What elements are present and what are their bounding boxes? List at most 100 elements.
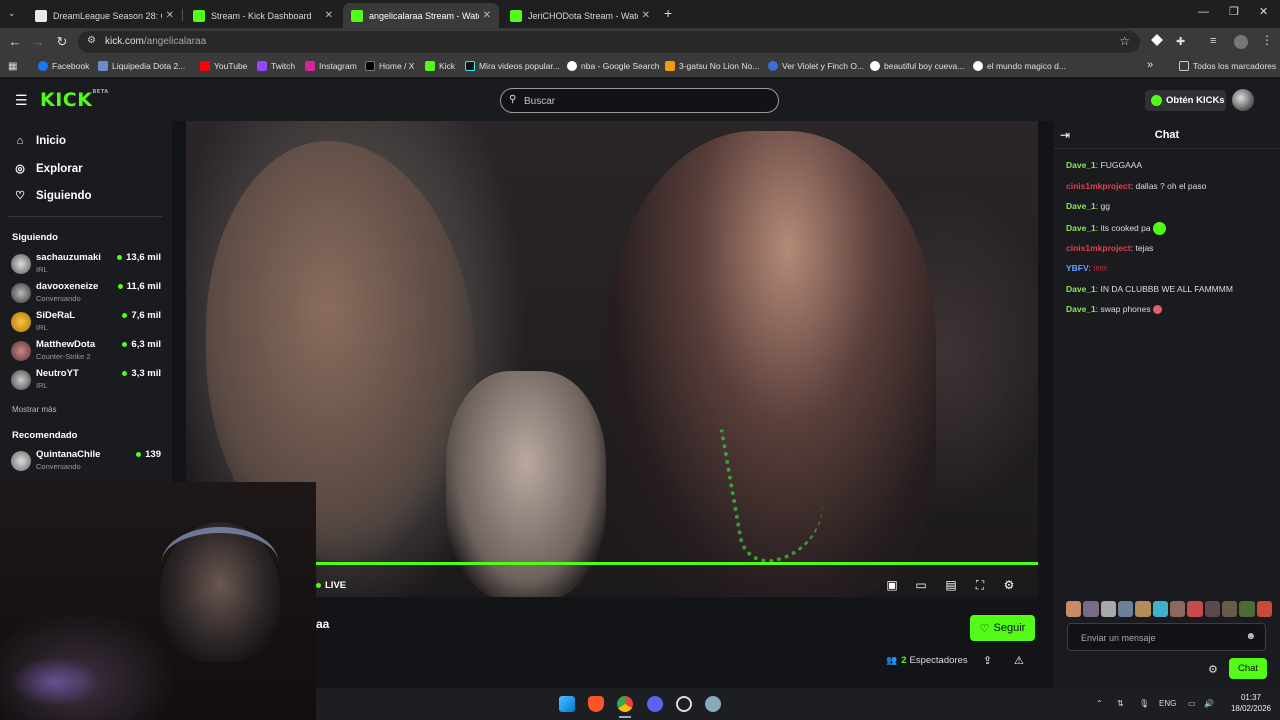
chat-send-button[interactable]: Chat — [1229, 658, 1267, 679]
chat-message-input[interactable]: Enviar un mensaje ☻ — [1067, 623, 1266, 651]
youtube-icon — [200, 61, 210, 71]
share-icon[interactable]: ⇪ — [983, 654, 992, 667]
all-bookmarks-folder[interactable]: Todos los marcadores — [1179, 61, 1276, 71]
bookmark-star-icon[interactable]: ☆ — [1119, 34, 1130, 48]
apps-grid-icon[interactable]: ▦ — [8, 61, 17, 72]
back-icon[interactable]: ← — [7, 34, 23, 50]
emote-icon[interactable] — [1221, 601, 1238, 617]
emoji-picker-icon[interactable]: ☻ — [1245, 631, 1256, 642]
following-channel[interactable]: davooxeneize Conversando 11,6 mil — [11, 280, 161, 306]
emote-icon[interactable] — [1083, 601, 1099, 617]
close-window-icon[interactable]: ✕ — [1259, 5, 1268, 18]
following-channel[interactable]: NeutroYT IRL 3,3 mil — [11, 367, 161, 393]
tab-close-icon[interactable]: ✕ — [166, 10, 174, 21]
browser-menu-icon[interactable]: ⋮ — [1261, 33, 1273, 47]
chrome-icon[interactable] — [617, 696, 633, 712]
bookmark-youtube[interactable]: YouTube — [200, 61, 247, 71]
follow-button[interactable]: ♡ Seguir — [970, 615, 1035, 641]
emote-icon[interactable] — [1256, 601, 1272, 617]
windows-start-icon[interactable] — [559, 696, 575, 712]
address-bar[interactable]: ⚙ kick.com/angelicalaraa ☆ — [78, 31, 1140, 53]
tray-display-icon[interactable]: ▭ — [1188, 699, 1196, 708]
recommended-channel[interactable]: QuintanaChile Conversando 139 — [11, 448, 161, 474]
settings-gear-icon[interactable]: ⚙ — [1001, 578, 1017, 592]
emote-icon[interactable] — [1187, 601, 1203, 617]
tab-search-icon[interactable]: ⌄ — [8, 8, 20, 20]
stream-progress-bar[interactable] — [316, 562, 1038, 565]
tab-kick-dashboard[interactable]: Stream - Kick Dashboard ✕ — [185, 3, 341, 28]
bookmark-facebook[interactable]: Facebook — [38, 61, 89, 71]
emote-icon[interactable] — [1117, 601, 1134, 617]
sidebar-item-inicio[interactable]: ⌂ Inicio — [13, 135, 66, 147]
user-avatar[interactable] — [1232, 89, 1254, 111]
emote-icon[interactable] — [1135, 601, 1151, 617]
bookmark-violet-finch[interactable]: Ver Violet y Finch O... — [768, 61, 864, 71]
miniplayer-icon[interactable]: ▣ — [884, 578, 900, 592]
bookmarks-overflow-button[interactable]: » — [1147, 59, 1153, 71]
theater-mode-icon[interactable]: ▭ — [913, 578, 929, 592]
emote-icon[interactable] — [1204, 601, 1220, 617]
bookmark-mundo-magico[interactable]: el mundo magico d... — [973, 61, 1066, 71]
reading-list-icon[interactable]: ≡ — [1210, 35, 1216, 47]
following-channel[interactable]: sachauzumaki IRL 13,6 mil — [11, 251, 161, 277]
discord-icon[interactable] — [647, 696, 663, 712]
tab-angelicalaraa-stream[interactable]: angelicalaraa Stream - Watch ✕ — [343, 3, 499, 28]
bookmark-kick[interactable]: Kick — [425, 61, 455, 71]
live-dot-icon — [122, 313, 128, 318]
sidebar-item-siguiendo[interactable]: ♡ Siguiendo — [13, 189, 92, 203]
browser-toolbar: ← → ↻ ⚙ kick.com/angelicalaraa ☆ ✚ ≡ ⋮ — [0, 28, 1280, 56]
clip-icon[interactable]: ▤ — [943, 578, 959, 592]
tab-close-icon[interactable]: ✕ — [483, 10, 491, 21]
keyboard-language[interactable]: ENG — [1159, 699, 1176, 708]
new-tab-button[interactable]: + — [664, 5, 672, 21]
bookmark-nba-search[interactable]: nba - Google Search — [567, 61, 659, 71]
emote-icon[interactable] — [1100, 601, 1116, 617]
emote-icon[interactable] — [1152, 601, 1168, 617]
chat-settings-icon[interactable]: ⚙ — [1208, 663, 1218, 676]
sidebar-item-explorar[interactable]: ◎ Explorar — [13, 162, 82, 176]
os-taskbar: ⌃ ⇅ 🎙 ENG ▭ 🔊 01:37 18/02/2026 — [316, 688, 1280, 720]
tab-jerichodota-stream[interactable]: JeriCHODota Stream - Watch L ✕ — [502, 3, 658, 28]
bookmark-3-gatsu[interactable]: 3-gatsu No Lion No... — [665, 61, 759, 71]
bookmark-liquipedia[interactable]: Liquipedia Dota 2... — [98, 61, 185, 71]
profile-avatar-icon[interactable] — [1234, 35, 1248, 49]
system-clock[interactable]: 01:37 18/02/2026 — [1226, 692, 1276, 714]
fullscreen-icon[interactable]: ⛶ — [972, 578, 988, 592]
tab-close-icon[interactable]: ✕ — [325, 10, 333, 21]
extensions-puzzle-icon[interactable]: ✚ — [1176, 35, 1185, 48]
settings-app-icon[interactable] — [705, 696, 721, 712]
bookmark-tiktok[interactable]: Mira videos popular... — [465, 61, 560, 71]
bookmark-x[interactable]: Home / X — [365, 61, 414, 71]
brave-browser-icon[interactable] — [588, 696, 604, 712]
report-warning-icon[interactable]: ⚠ — [1014, 654, 1024, 667]
site-info-icon[interactable]: ⚙ — [87, 35, 96, 46]
forward-icon[interactable]: → — [30, 34, 46, 50]
hamburger-menu-icon[interactable]: ☰ — [15, 92, 28, 109]
emote-icon[interactable] — [1169, 601, 1186, 617]
bookmark-instagram[interactable]: Instagram — [305, 61, 357, 71]
tray-volume-icon[interactable]: 🔊 — [1204, 699, 1214, 708]
emote-icon[interactable] — [1239, 601, 1255, 617]
show-more-link[interactable]: Mostrar más — [12, 405, 56, 414]
extension-icon[interactable] — [1151, 34, 1163, 46]
tray-network-icon[interactable]: ⇅ — [1117, 699, 1124, 708]
bookmark-beautiful-boy[interactable]: beautiful boy cueva... — [870, 61, 964, 71]
tab-dreamleague[interactable]: DreamLeague Season 28: Group ✕ — [27, 3, 182, 28]
reload-icon[interactable]: ↻ — [54, 34, 70, 50]
facebook-icon — [38, 61, 48, 71]
tray-chevron-icon[interactable]: ⌃ — [1096, 699, 1103, 708]
kick-logo[interactable]: KICKBETA — [40, 89, 109, 111]
movie-site-icon — [768, 61, 778, 71]
following-channel[interactable]: MatthewDota Counter-Strike 2 6,3 mil — [11, 338, 161, 364]
get-kicks-button[interactable]: Obtén KICKs — [1145, 90, 1226, 111]
search-input[interactable]: ⚲ Buscar — [500, 88, 779, 113]
avatar — [11, 341, 31, 361]
following-channel[interactable]: SiDeRaL IRL 7,6 mil — [11, 309, 161, 335]
maximize-icon[interactable]: ❐ — [1229, 5, 1239, 18]
emote-icon[interactable] — [1066, 601, 1082, 617]
minimize-icon[interactable]: — — [1198, 6, 1209, 18]
tab-close-icon[interactable]: ✕ — [642, 10, 650, 21]
bookmark-twitch[interactable]: Twitch — [257, 61, 295, 71]
obs-recorder-icon[interactable] — [676, 696, 692, 712]
tray-mic-icon[interactable]: 🎙 — [1139, 699, 1149, 708]
